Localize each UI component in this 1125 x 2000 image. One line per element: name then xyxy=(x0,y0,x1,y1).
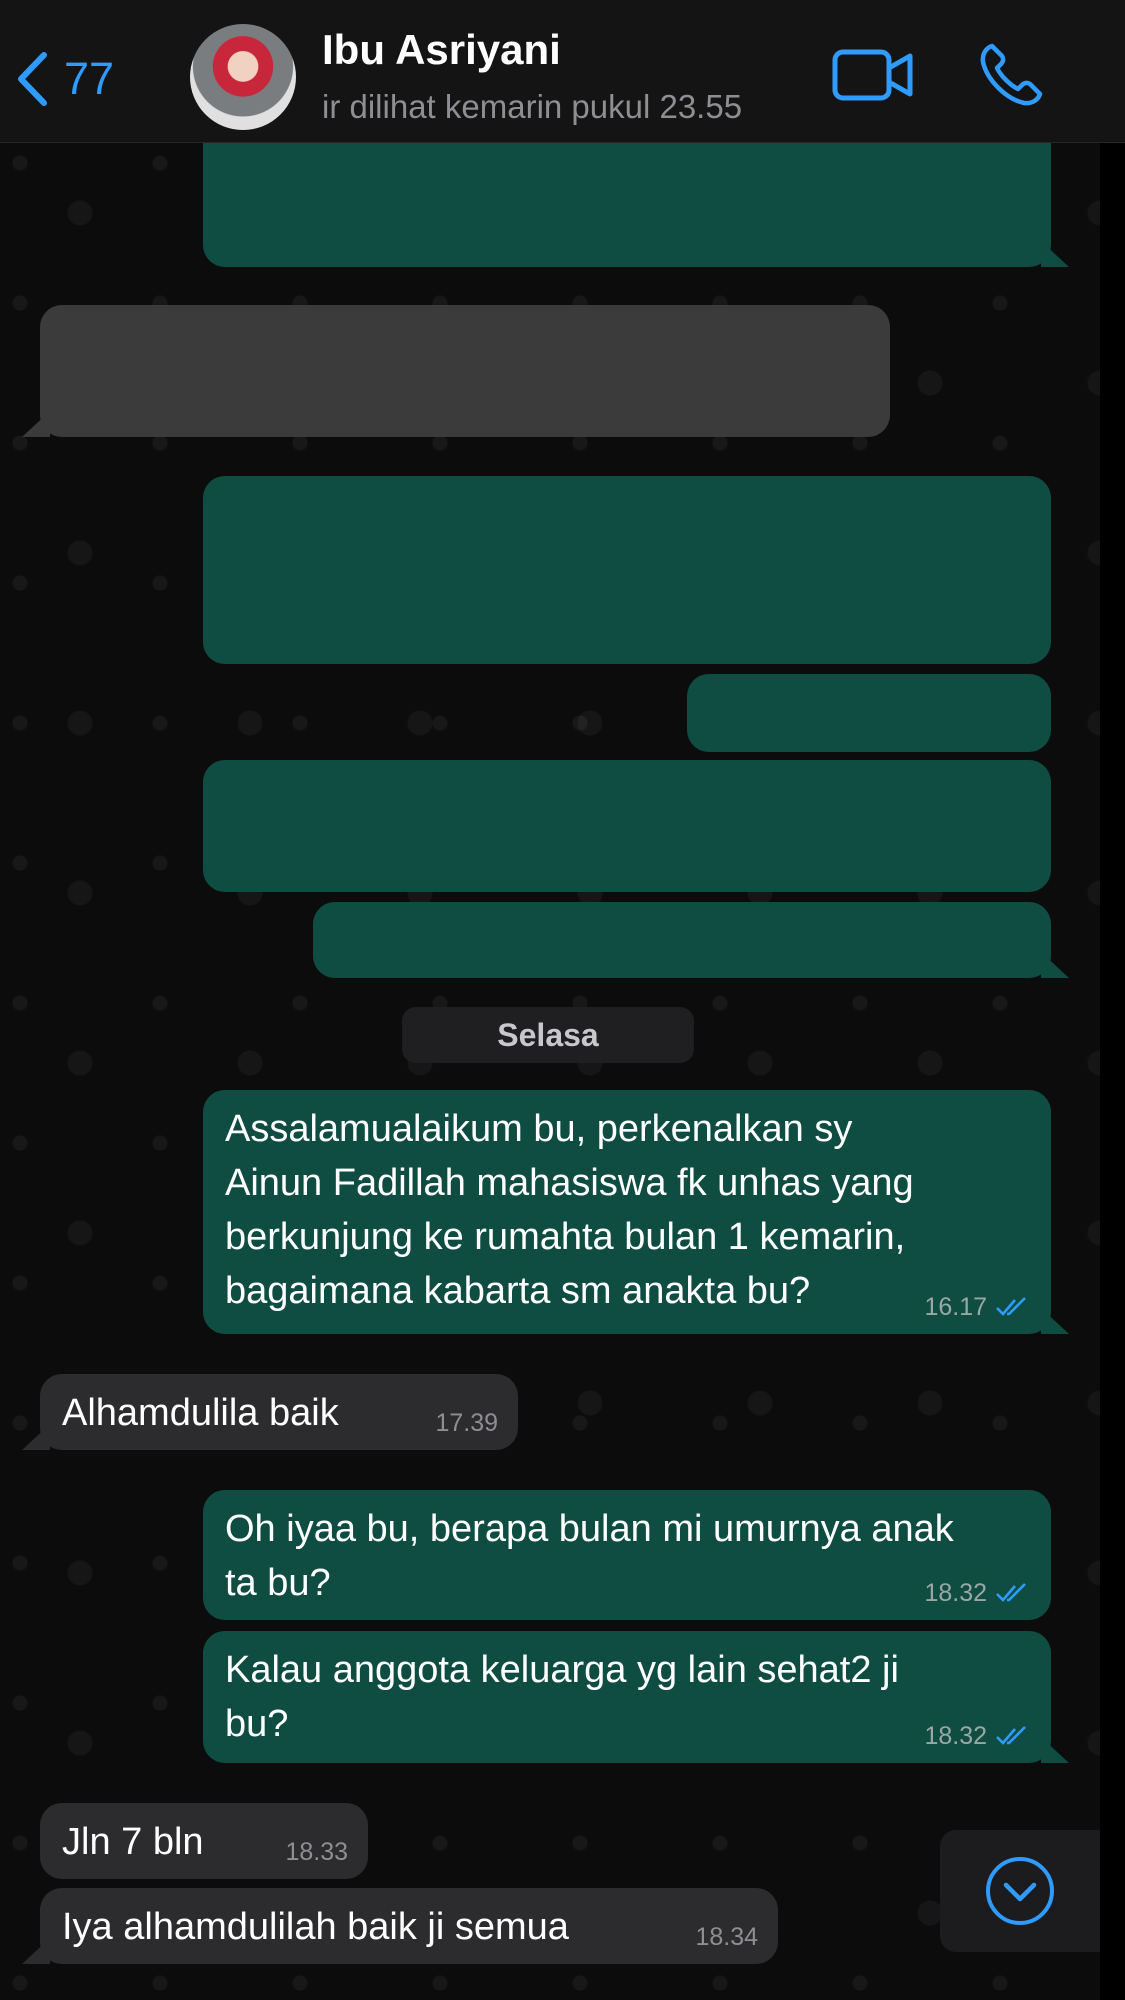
message-time: 18.33 xyxy=(285,1838,348,1866)
video-camera-icon[interactable] xyxy=(832,46,914,104)
chevron-left-icon xyxy=(18,52,47,106)
day-separator: Selasa xyxy=(402,1007,694,1063)
message-incoming[interactable]: Alhamdulila baik 17.39 xyxy=(40,1374,518,1450)
last-seen-status: ir dilihat kemarin pukul 23.55 xyxy=(322,88,743,125)
message-text: Assalamualaikum bu, perkenalkan sy Ainun… xyxy=(225,1108,914,1312)
message-incoming[interactable]: Jln 7 bln 18.33 xyxy=(40,1803,368,1879)
double-check-icon xyxy=(996,1583,1026,1602)
message-text: Alhamdulila baik xyxy=(62,1392,339,1434)
message-time: 16.17 xyxy=(924,1293,987,1321)
redacted-message[interactable] xyxy=(40,305,890,437)
redacted-message[interactable] xyxy=(687,674,1051,752)
phone-icon[interactable] xyxy=(978,42,1044,108)
redacted-message[interactable] xyxy=(313,902,1051,978)
double-check-icon xyxy=(996,1297,1026,1316)
message-outgoing[interactable]: Oh iyaa bu, berapa bulan mi umurnya anak… xyxy=(203,1490,1051,1620)
message-outgoing[interactable]: Kalau anggota keluarga yg lain sehat2 ji… xyxy=(203,1631,1051,1763)
message-text: Iya alhamdulilah baik ji semua xyxy=(62,1906,569,1948)
redacted-message[interactable] xyxy=(203,760,1051,892)
message-text: Oh iyaa bu, berapa bulan mi umurnya anak… xyxy=(225,1508,954,1604)
redacted-message[interactable] xyxy=(203,143,1051,267)
double-check-icon xyxy=(996,1726,1026,1745)
redacted-message[interactable] xyxy=(203,476,1051,664)
message-meta: 17.39 xyxy=(435,1408,498,1438)
chat-header: 77 Ibu Asriyani ir dilihat kemarin pukul… xyxy=(0,0,1125,143)
message-meta: 16.17 xyxy=(924,1292,1031,1322)
message-incoming[interactable]: Iya alhamdulilah baik ji semua 18.34 xyxy=(40,1888,778,1964)
message-text: Jln 7 bln xyxy=(62,1821,204,1863)
scroll-track xyxy=(1100,143,1125,2000)
message-time: 18.32 xyxy=(924,1579,987,1607)
message-meta: 18.34 xyxy=(695,1922,758,1952)
message-time: 18.34 xyxy=(695,1923,758,1951)
scroll-to-bottom-button[interactable] xyxy=(940,1830,1100,1952)
back-button[interactable]: 77 xyxy=(14,44,114,114)
message-text: Kalau anggota keluarga yg lain sehat2 ji… xyxy=(225,1649,899,1745)
message-meta: 18.33 xyxy=(285,1837,348,1867)
message-time: 18.32 xyxy=(924,1722,987,1750)
message-outgoing[interactable]: Assalamualaikum bu, perkenalkan sy Ainun… xyxy=(203,1090,1051,1334)
unread-count: 77 xyxy=(64,53,115,104)
contact-name[interactable]: Ibu Asriyani xyxy=(322,26,561,74)
message-time: 17.39 xyxy=(435,1409,498,1437)
message-meta: 18.32 xyxy=(924,1721,1031,1751)
avatar[interactable] xyxy=(190,24,296,130)
chevron-down-circle-icon xyxy=(986,1857,1054,1925)
message-meta: 18.32 xyxy=(924,1578,1031,1608)
